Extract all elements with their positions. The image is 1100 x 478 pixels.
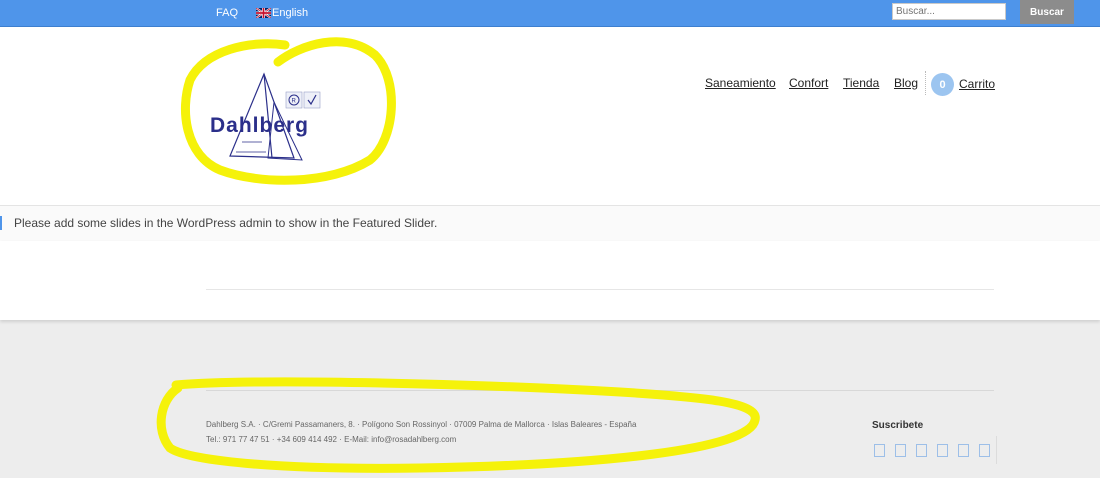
nav-tienda[interactable]: Tienda xyxy=(843,76,879,90)
top-bar: FAQ English Buscar xyxy=(0,0,1100,27)
social-icon[interactable] xyxy=(916,444,927,457)
footer-divider xyxy=(206,390,994,391)
faq-link[interactable]: FAQ xyxy=(216,7,238,19)
uk-flag-icon xyxy=(256,8,271,18)
svg-text:R: R xyxy=(292,99,297,105)
cart-link[interactable]: Carrito xyxy=(959,77,995,91)
main-content xyxy=(0,241,1100,320)
logo-wordmark: Dahlberg xyxy=(210,114,309,137)
footer-contact: Tel.: 971 77 47 51 · +34 609 414 492 · E… xyxy=(206,435,457,444)
notice-accent-bar xyxy=(0,216,2,230)
social-icon[interactable] xyxy=(874,444,885,457)
social-icon[interactable] xyxy=(937,444,948,457)
site-header: R Dahlberg Saneamiento Confort Tienda Bl… xyxy=(0,27,1100,205)
social-icon[interactable] xyxy=(979,444,990,457)
content-divider xyxy=(206,289,994,290)
notice-text: Please add some slides in the WordPress … xyxy=(14,216,438,230)
nav-saneamiento[interactable]: Saneamiento xyxy=(705,76,776,90)
subscribe-box xyxy=(868,436,997,464)
featured-slider-notice: Please add some slides in the WordPress … xyxy=(0,205,1100,242)
footer-address: Dahlberg S.A. · C/Gremi Passamaners, 8. … xyxy=(206,420,637,429)
search-input[interactable] xyxy=(892,3,1006,20)
search-button[interactable]: Buscar xyxy=(1020,0,1074,24)
language-link[interactable]: English xyxy=(256,7,308,19)
cart-count-badge[interactable]: 0 xyxy=(931,73,954,96)
social-icon[interactable] xyxy=(958,444,969,457)
subscribe-title: Suscribete xyxy=(872,420,924,431)
language-label: English xyxy=(272,7,309,19)
social-icon[interactable] xyxy=(895,444,906,457)
nav-confort[interactable]: Confort xyxy=(789,76,828,90)
nav-divider xyxy=(925,71,927,95)
nav-blog[interactable]: Blog xyxy=(894,76,918,90)
dahlberg-logo[interactable]: R Dahlberg xyxy=(206,72,336,172)
